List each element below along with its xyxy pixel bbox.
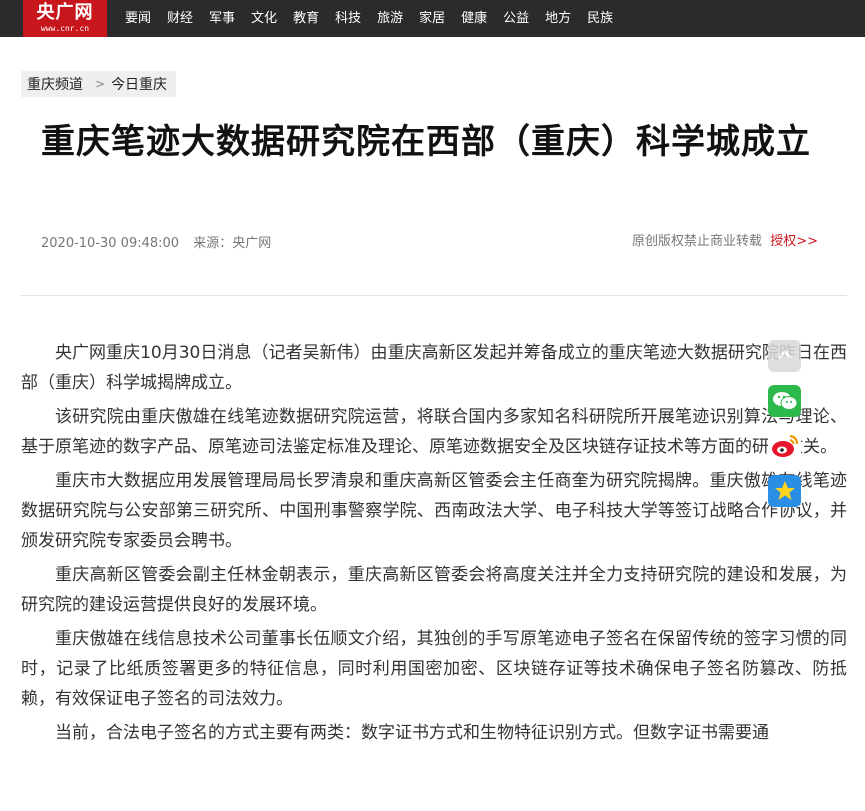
nav-item-finance[interactable]: 财经 (167, 0, 193, 37)
share-sidebar (768, 340, 801, 520)
weibo-icon[interactable] (768, 430, 801, 462)
article-paragraph: 该研究院由重庆傲雄在线笔迹数据研究院运营，将联合国内多家知名科研院所开展笔迹识别… (21, 407, 847, 457)
article-paragraph: 央广网重庆10月30日消息（记者吴新伟）由重庆高新区发起并筹备成立的重庆笔迹大数… (21, 343, 847, 393)
nav-item-military[interactable]: 军事 (209, 0, 235, 37)
nav-item-technology[interactable]: 科技 (335, 0, 361, 37)
article-paragraph: 重庆高新区管委会副主任林金朝表示，重庆高新区管委会将高度关注并全力支持研究院的建… (21, 565, 847, 615)
divider (21, 295, 847, 296)
logo-text: 央广网 (36, 2, 94, 23)
main-nav: 要闻 财经 军事 文化 教育 科技 旅游 家居 健康 公益 地方 民族 (125, 0, 629, 37)
copyright-notice: 原创版权禁止商业转载 授权>> (632, 230, 818, 249)
nav-item-education[interactable]: 教育 (293, 0, 319, 37)
license-link[interactable]: 授权>> (770, 234, 818, 249)
article-source: 来源：央广网 (193, 236, 272, 251)
copyright-text: 原创版权禁止商业转载 (632, 234, 763, 249)
article-paragraph: 重庆市大数据应用发展管理局局长罗清泉和重庆高新区管委会主任商奎为研究院揭牌。重庆… (21, 471, 847, 551)
logo-url: www.cnr.cn (40, 24, 90, 33)
breadcrumb-channel[interactable]: 重庆频道 (27, 74, 83, 94)
site-logo[interactable]: 央广网 www.cnr.cn (23, 0, 107, 37)
article-title: 重庆笔迹大数据研究院在西部（重庆）科学城成立 (41, 122, 811, 162)
article-meta: 2020-10-30 09:48:00 来源：央广网 (41, 232, 271, 251)
nav-item-health[interactable]: 健康 (461, 0, 487, 37)
qzone-icon[interactable] (768, 475, 801, 507)
nav-item-travel[interactable]: 旅游 (377, 0, 403, 37)
nav-item-home[interactable]: 家居 (419, 0, 445, 37)
breadcrumb: 重庆频道 > 今日重庆 (21, 71, 177, 97)
article-body: 央广网重庆10月30日消息（记者吴新伟）由重庆高新区发起并筹备成立的重庆笔迹大数… (21, 338, 847, 752)
nav-item-culture[interactable]: 文化 (251, 0, 277, 37)
article-paragraph: 重庆傲雄在线信息技术公司董事长伍顺文介绍，其独创的手写原笔迹电子签名在保留传统的… (21, 629, 847, 709)
nav-item-ethnic[interactable]: 民族 (587, 0, 613, 37)
nav-item-local[interactable]: 地方 (545, 0, 571, 37)
wechat-icon[interactable] (768, 385, 801, 417)
breadcrumb-separator: > (95, 77, 106, 91)
back-to-top-icon[interactable] (768, 340, 801, 372)
publish-date: 2020-10-30 09:48:00 (41, 236, 180, 251)
nav-item-charity[interactable]: 公益 (503, 0, 529, 37)
top-nav-bar: 央广网 www.cnr.cn 要闻 财经 军事 文化 教育 科技 旅游 家居 健… (0, 0, 865, 37)
nav-item-news[interactable]: 要闻 (125, 0, 151, 37)
article-paragraph: 当前，合法电子签名的方式主要有两类：数字证书方式和生物特征识别方式。但数字证书需… (55, 723, 769, 743)
breadcrumb-section[interactable]: 今日重庆 (111, 74, 167, 94)
